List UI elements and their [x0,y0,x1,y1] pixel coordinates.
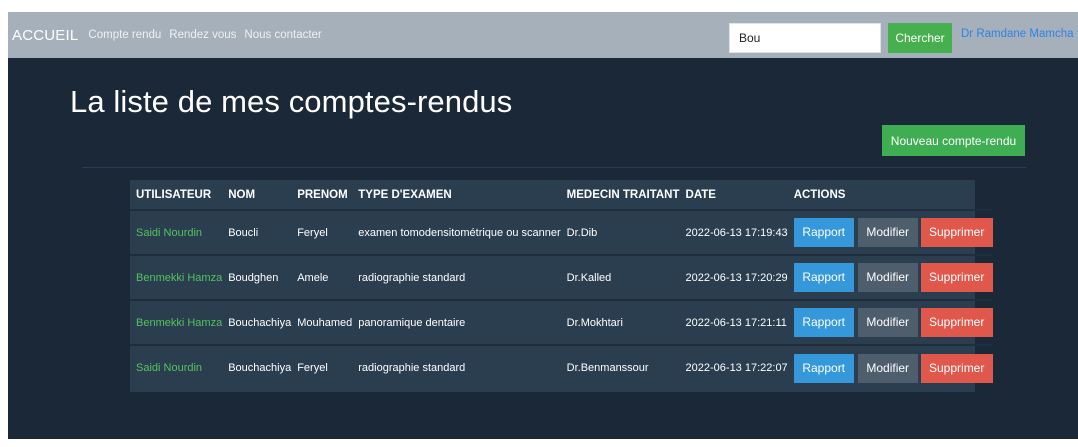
cell-date: 2022-06-13 17:21:11 [679,299,788,345]
cell-user[interactable]: Benmekki Hamza [130,299,223,345]
header-type-examen: TYPE D'EXAMEN [358,188,452,201]
user-menu[interactable]: Dr Ramdane Mamcha [961,28,1078,40]
table-header-row: UTILISATEUR NOM PRENOM TYPE D'EXAMEN MED… [130,180,993,210]
page-title: La liste de mes comptes-rendus [70,84,513,119]
cell-nom: Bouchachiya [222,344,292,390]
supprimer-button[interactable]: Supprimer [920,218,993,247]
cell-type: radiographie standard [352,254,561,300]
main-content: La liste de mes comptes-rendus Nouveau c… [8,58,1078,439]
cell-date: 2022-06-13 17:20:29 [679,254,788,300]
modifier-button[interactable]: Modifier [857,263,918,292]
modifier-button[interactable]: Modifier [857,308,918,337]
cell-prenom: Feryel [291,209,353,255]
modifier-button[interactable]: Modifier [857,353,918,383]
cell-prenom: Mouhamed [291,299,353,345]
rapport-button[interactable]: Rapport [793,308,854,337]
table-row: Benmekki Hamza Bouchachiya Mouhamed pano… [130,299,993,345]
cell-prenom: Feryel [291,344,353,390]
cell-prenom: Amele [291,254,353,300]
top-navbar: ACCUEIL Compte rendu Rendez vous Nous co… [8,12,1078,58]
header-date: DATE [685,188,716,201]
cell-nom: Boudghen [222,254,292,300]
reports-table: UTILISATEUR NOM PRENOM TYPE D'EXAMEN MED… [130,180,993,390]
header-nom: NOM [228,188,256,201]
reports-table-container: UTILISATEUR NOM PRENOM TYPE D'EXAMEN MED… [130,180,993,392]
cell-medecin: Dr.Benmanssour [560,344,680,390]
header-actions: ACTIONS [793,188,846,201]
cell-type: examen tomodensitométrique ou scanner [352,209,561,255]
divider [82,167,1026,168]
cell-medecin: Dr.Kalled [560,254,680,300]
table-row: Saidi Nourdin Boucli Feryel examen tomod… [130,209,993,255]
cell-type: radiographie standard [352,344,561,390]
supprimer-button[interactable]: Supprimer [920,308,993,337]
nav-link-compte-rendu[interactable]: Compte rendu [88,29,161,41]
modifier-button[interactable]: Modifier [857,218,918,247]
rapport-button[interactable]: Rapport [793,263,854,292]
cell-date: 2022-06-13 17:22:07 [679,344,788,390]
cell-user[interactable]: Saidi Nourdin [130,209,223,255]
new-report-button[interactable]: Nouveau compte-rendu [882,125,1025,156]
nav-link-rendez-vous[interactable]: Rendez vous [169,29,236,41]
cell-actions: Rapport Modifier Supprimer [787,344,993,390]
cell-nom: Boucli [222,209,292,255]
supprimer-button[interactable]: Supprimer [920,353,993,383]
cell-medecin: Dr.Mokhtari [560,299,680,345]
search-input[interactable] [729,23,881,53]
nav-link-nous-contacter[interactable]: Nous contacter [244,29,321,41]
cell-nom: Bouchachiya [222,299,292,345]
cell-medecin: Dr.Dib [560,209,680,255]
user-name: Dr Ramdane Mamcha [961,28,1074,40]
cell-user[interactable]: Benmekki Hamza [130,254,223,300]
rapport-button[interactable]: Rapport [793,353,854,383]
cell-date: 2022-06-13 17:19:43 [679,209,788,255]
search-button[interactable]: Chercher [888,23,952,53]
cell-actions: Rapport Modifier Supprimer [787,209,993,255]
cell-type: panoramique dentaire [352,299,561,345]
cell-actions: Rapport Modifier Supprimer [787,299,993,345]
table-row: Saidi Nourdin Bouchachiya Feryel radiogr… [130,344,993,390]
supprimer-button[interactable]: Supprimer [920,263,993,292]
header-utilisateur: UTILISATEUR [136,188,212,201]
cell-user[interactable]: Saidi Nourdin [130,344,223,390]
header-medecin: MEDECIN TRAITANT [566,188,680,201]
brand-link[interactable]: ACCUEIL [12,27,78,44]
cell-actions: Rapport Modifier Supprimer [787,254,993,300]
header-prenom: PRENOM [297,188,348,201]
rapport-button[interactable]: Rapport [793,218,854,247]
table-row: Benmekki Hamza Boudghen Amele radiograph… [130,254,993,300]
